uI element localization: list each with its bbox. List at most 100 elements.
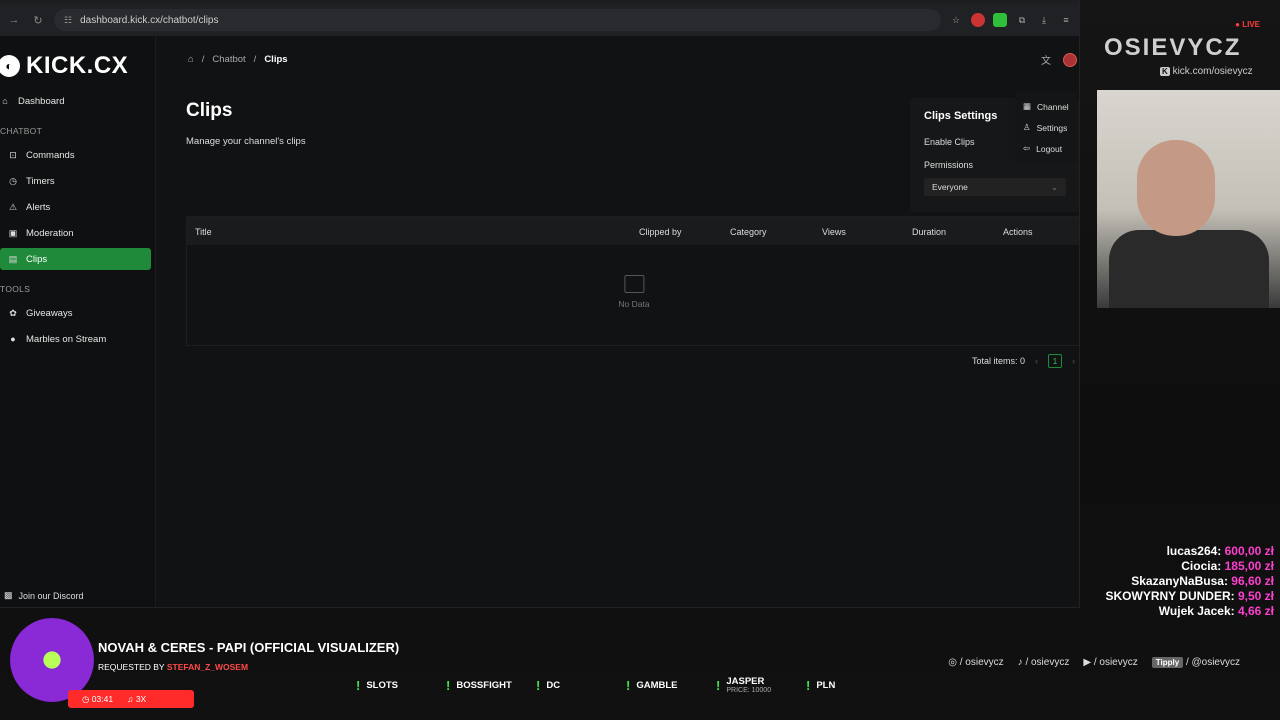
browser-window: → ↻ ☷ dashboard.kick.cx/chatbot/clips ☆ … <box>0 0 1080 608</box>
menu-item-logout[interactable]: ⇦ Logout <box>1015 138 1077 159</box>
chevron-down-icon: ⌄ <box>1050 181 1058 192</box>
breadcrumb-chatbot[interactable]: Chatbot <box>212 54 245 65</box>
tiktok-icon: ♪ <box>1017 657 1023 668</box>
kick-icon: K <box>1160 67 1170 76</box>
gift-icon: ✿ <box>9 307 17 318</box>
sidebar-item-label: Commands <box>26 149 75 161</box>
next-page-icon[interactable]: › <box>1072 356 1075 366</box>
channel-name: OSIEVYCZ <box>1104 34 1242 61</box>
social-tipply: Tipply / @osievycz <box>1151 657 1240 668</box>
avatar[interactable] <box>1063 52 1077 67</box>
download-icon[interactable]: ⤓ <box>1037 13 1051 27</box>
permissions-value: Everyone <box>932 182 968 192</box>
permissions-label: Permissions <box>924 160 974 170</box>
table-body: No Data <box>187 245 1079 345</box>
breadcrumb-separator: / <box>201 54 205 65</box>
clock-icon: ◷ <box>82 693 90 704</box>
tab-search-icon[interactable]: ≡ <box>1059 13 1073 27</box>
command-item: ! SLOTS <box>356 677 399 693</box>
extensions-icon[interactable]: ⧉ <box>1015 13 1029 27</box>
social-links: ◎ / osievycz ♪ / osievycz ▶ / osievycz T… <box>948 657 1240 668</box>
song-requester: REQUESTED BY STEFAN_Z_WOSEM <box>98 662 249 672</box>
menu-item-label: Logout <box>1036 143 1063 154</box>
sidebar-item-alerts[interactable]: ⚠ Alerts <box>0 196 151 218</box>
page-subtitle: Manage your channel's clips <box>186 136 306 147</box>
sidebar-item-dashboard[interactable]: ⌂ Dashboard <box>0 90 151 112</box>
donation-row: SkazanyNaBusa: 96,60 zł <box>1131 574 1274 588</box>
permissions-select[interactable]: Everyone ⌄ <box>924 178 1066 196</box>
instagram-icon: ◎ <box>948 657 957 668</box>
sidebar-item-label: Clips <box>26 253 48 265</box>
logout-icon: ⇦ <box>1023 143 1031 153</box>
home-icon[interactable]: ⌂ <box>188 54 194 65</box>
translate-icon[interactable]: 文 <box>1041 52 1051 67</box>
home-icon: ⌂ <box>2 96 8 106</box>
kick-logo-icon: ◐ <box>0 55 20 77</box>
stream-screen: → ↻ ☷ dashboard.kick.cx/chatbot/clips ☆ … <box>0 0 1280 720</box>
extension-green-icon[interactable] <box>993 13 1007 27</box>
clips-table: Title Clipped by Category Views Duration… <box>186 216 1079 346</box>
empty-state: No Data <box>618 275 650 309</box>
command-item: ! GAMBLE <box>626 677 678 693</box>
logo[interactable]: ◐ KICK.CX <box>0 36 155 86</box>
column-header-clipped-by[interactable]: Clipped by <box>639 227 682 237</box>
sidebar-item-label: Marbles on Stream <box>26 333 107 345</box>
column-header-category[interactable]: Category <box>730 227 767 237</box>
breadcrumb-separator: / <box>253 54 257 65</box>
donation-row: Wujek Jacek: 4,66 zł <box>1158 604 1274 618</box>
sidebar-item-moderation[interactable]: ▣ Moderation <box>0 222 151 244</box>
menu-item-settings[interactable]: ♙ Settings <box>1015 117 1077 138</box>
tipply-badge: Tipply <box>1151 657 1184 668</box>
social-instagram: ◎ / osievycz <box>948 657 1004 668</box>
browser-toolbar: → ↻ ☷ dashboard.kick.cx/chatbot/clips ☆ … <box>0 4 1079 36</box>
pagination: Total items: 0 ‹ 1 › <box>972 354 1075 368</box>
marble-icon: ● <box>10 334 16 344</box>
header-actions: 文 ▦ Channel ♙ Settings ⇦ Logout <box>1015 52 1077 163</box>
section-chatbot: CHATBOT <box>0 126 43 136</box>
table-header: Title Clipped by Category Views Duration… <box>187 217 1079 245</box>
menu-item-channel[interactable]: ▦ Channel <box>1015 96 1077 117</box>
reload-icon[interactable]: ↻ <box>30 12 46 28</box>
command-item: ! BOSSFIGHT <box>446 677 512 693</box>
social-tiktok: ♪ / osievycz <box>1017 657 1070 668</box>
social-youtube: ▶ / osievycz <box>1083 657 1138 668</box>
site-info-icon[interactable]: ☷ <box>64 15 72 26</box>
sidebar-item-marbles[interactable]: ● Marbles on Stream <box>0 328 151 350</box>
donation-row: Ciocia: 185,00 zł <box>1181 559 1274 573</box>
user-icon: ♙ <box>1023 122 1031 132</box>
sidebar-item-giveaways[interactable]: ✿ Giveaways <box>0 302 151 324</box>
user-menu: ▦ Channel ♙ Settings ⇦ Logout <box>1015 92 1077 163</box>
column-header-views[interactable]: Views <box>822 227 846 237</box>
command-item: ! PLN <box>806 677 836 693</box>
donation-row: SKOWYRNY DUNDER: 9,50 zł <box>1105 589 1275 603</box>
url-text: dashboard.kick.cx/chatbot/clips <box>80 14 219 26</box>
timer-icon: ◷ <box>9 175 17 186</box>
logo-text: KICK.CX <box>26 52 129 79</box>
address-bar[interactable]: ☷ dashboard.kick.cx/chatbot/clips <box>54 9 941 31</box>
column-header-duration[interactable]: Duration <box>912 227 946 237</box>
sidebar-item-label: Timers <box>26 175 55 187</box>
page-button-1[interactable]: 1 <box>1048 354 1062 368</box>
alert-icon: ⚠ <box>8 201 18 212</box>
sidebar-item-commands[interactable]: ⊡ Commands <box>0 144 151 166</box>
sidebar-item-clips[interactable]: ▤ Clips <box>0 248 151 270</box>
empty-state-text: No Data <box>618 299 650 309</box>
song-timer: ◷ 03:41 ♫ 3X <box>68 690 194 708</box>
sidebar-item-label: Moderation <box>26 227 74 239</box>
column-header-title[interactable]: Title <box>195 227 212 237</box>
streamer-head <box>1137 140 1215 236</box>
prev-page-icon[interactable]: ‹ <box>1035 356 1038 366</box>
sidebar-item-timers[interactable]: ◷ Timers <box>0 170 151 192</box>
breadcrumb-clips: Clips <box>264 54 288 65</box>
breadcrumb: ⌂ / Chatbot / Clips <box>188 54 288 65</box>
star-icon[interactable]: ☆ <box>949 13 963 27</box>
empty-box-icon <box>624 275 644 293</box>
forward-icon[interactable]: → <box>6 12 22 28</box>
music-icon: ♫ <box>127 694 134 704</box>
sidebar-item-label: Alerts <box>26 201 51 213</box>
sidebar: ◐ KICK.CX ⌂ Dashboard CHATBOT ⊡ Commands… <box>0 36 156 607</box>
discord-link[interactable]: ▩ Join our Discord <box>4 590 84 601</box>
page-title: Clips <box>186 100 233 121</box>
menu-item-label: Settings <box>1036 122 1068 133</box>
extension-red-icon[interactable] <box>971 13 985 27</box>
